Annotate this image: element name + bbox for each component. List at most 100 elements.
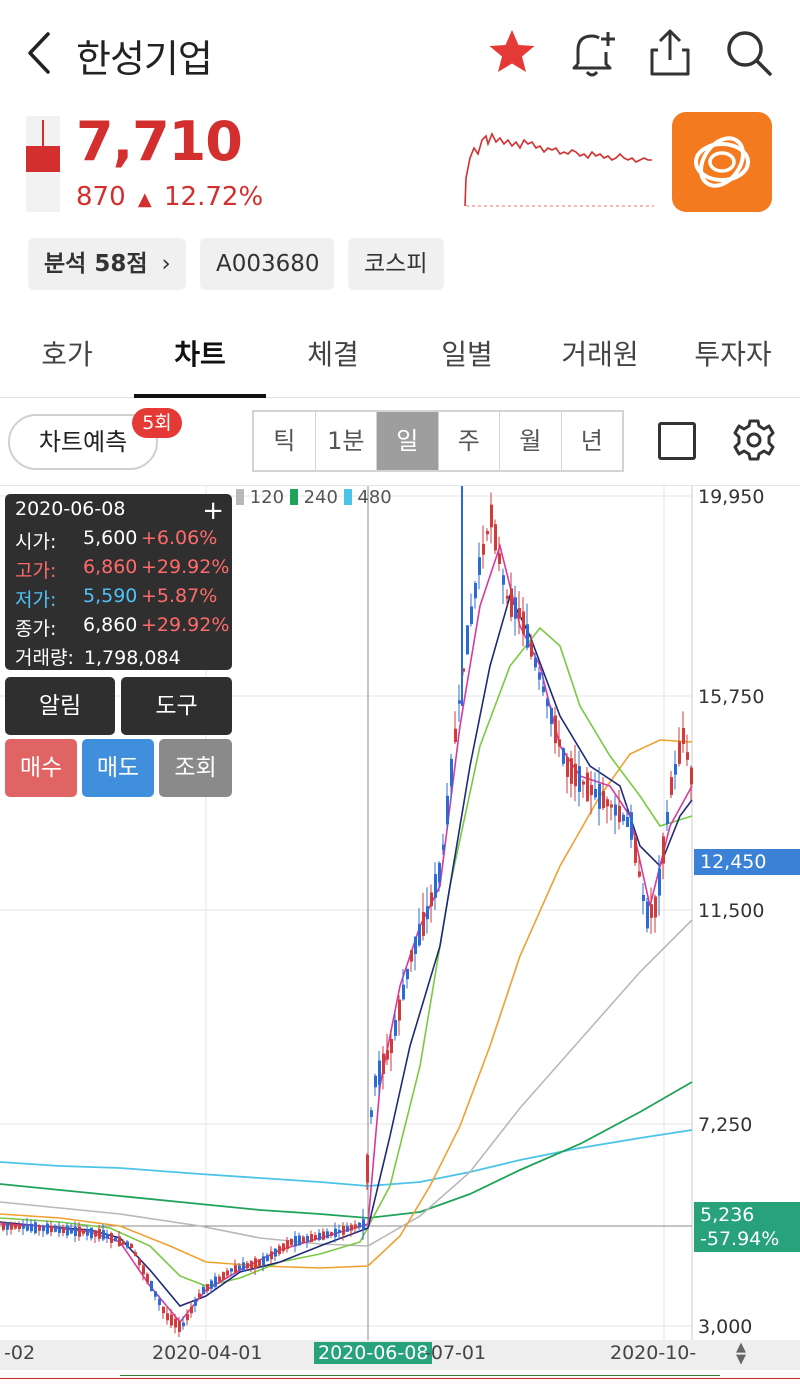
- intraday-sparkline: [464, 132, 654, 207]
- candle: [330, 1232, 333, 1236]
- candle: [294, 1236, 297, 1247]
- tab-investors[interactable]: 투자자: [666, 320, 800, 398]
- candle: [666, 812, 669, 824]
- period-week[interactable]: 주: [439, 412, 500, 470]
- candle: [594, 788, 597, 798]
- period-1min[interactable]: 1분: [316, 412, 377, 470]
- candle: [46, 1223, 49, 1234]
- candle: [266, 1255, 269, 1261]
- candle: [258, 1259, 261, 1266]
- sell-button[interactable]: 매도: [82, 739, 154, 797]
- period-tick[interactable]: 틱: [254, 412, 316, 470]
- close-label: 종가:: [15, 618, 57, 640]
- candle: [366, 1155, 369, 1183]
- candle: [310, 1234, 313, 1242]
- candle: [6, 1222, 9, 1230]
- candle: [126, 1241, 129, 1248]
- candle: [234, 1265, 237, 1273]
- current-price: 7,710: [76, 110, 243, 173]
- open-label: 시가:: [15, 531, 57, 553]
- buy-button[interactable]: 매수: [5, 739, 77, 797]
- open-pct: +6.06%: [141, 527, 218, 549]
- candle: [558, 739, 561, 747]
- analysis-score-chip[interactable]: 분석 58점 ›: [28, 238, 186, 290]
- candle: [650, 904, 653, 918]
- candle: [290, 1238, 293, 1246]
- candle: [598, 783, 601, 809]
- candle: [190, 1306, 193, 1314]
- candle: [238, 1265, 241, 1271]
- candle: [242, 1262, 245, 1272]
- candle: [110, 1233, 113, 1243]
- gear-icon[interactable]: [732, 418, 776, 462]
- candle: [58, 1226, 61, 1233]
- ma-legend: 120 240 480: [236, 487, 392, 508]
- plus-icon[interactable]: +: [202, 496, 224, 526]
- candle: [674, 763, 677, 775]
- candle: [342, 1225, 345, 1235]
- alert-button[interactable]: 알림: [5, 677, 115, 735]
- candle: [478, 557, 481, 575]
- tab-trades[interactable]: 체결: [266, 320, 400, 398]
- current-price-marker: 12,450: [694, 849, 800, 875]
- period-month[interactable]: 월: [500, 412, 562, 470]
- tab-orderbook[interactable]: 호가: [0, 320, 134, 398]
- candle: [26, 1224, 29, 1231]
- date-tick-4: -07-01: [424, 1342, 487, 1364]
- candle: [550, 707, 553, 725]
- tab-bar: 호가 차트 체결 일별 거래원 투자자: [0, 320, 800, 398]
- info-high-row: 고가: 6,860 +29.92%: [15, 556, 229, 582]
- candle: [542, 686, 545, 693]
- candle: [514, 597, 517, 619]
- scroll-arrows-icon[interactable]: ▲ ▼: [736, 1341, 746, 1366]
- share-icon[interactable]: [644, 26, 696, 80]
- bell-add-icon[interactable]: [566, 26, 618, 80]
- price-tick-19950: 19,950: [698, 486, 765, 508]
- inquiry-button[interactable]: 조회: [159, 739, 232, 797]
- candle: [662, 836, 665, 864]
- tab-daily[interactable]: 일별: [400, 320, 534, 398]
- period-day[interactable]: 일: [377, 412, 439, 470]
- period-year[interactable]: 년: [562, 412, 623, 470]
- candle: [590, 784, 593, 796]
- analysis-score-label: 분석 58점: [44, 251, 148, 277]
- candle: [270, 1251, 273, 1260]
- tab-chart[interactable]: 차트: [134, 320, 266, 398]
- candle: [522, 611, 525, 634]
- candle: [250, 1261, 253, 1269]
- star-icon[interactable]: [486, 26, 538, 80]
- legend-swatch-480: [343, 489, 352, 505]
- candle: [482, 543, 485, 555]
- fullscreen-icon[interactable]: [658, 422, 696, 460]
- back-arrow-icon[interactable]: [22, 28, 58, 78]
- candle: [146, 1273, 149, 1283]
- low-label: 저가:: [15, 589, 57, 611]
- candle: [122, 1241, 125, 1245]
- legend-480: 480: [357, 487, 392, 508]
- candle: [30, 1223, 33, 1232]
- close-value: 6,860: [83, 614, 138, 636]
- candle: [66, 1225, 69, 1236]
- candle: [518, 607, 521, 619]
- candle: [370, 1110, 373, 1117]
- tools-button[interactable]: 도구: [121, 677, 232, 735]
- candle: [338, 1229, 341, 1234]
- candle: [62, 1227, 65, 1233]
- price-change: 870 ▲ 12.72%: [76, 182, 263, 212]
- candle: [506, 595, 509, 599]
- search-icon[interactable]: [722, 26, 774, 80]
- candle: [534, 657, 537, 668]
- candle: [22, 1225, 25, 1229]
- candle: [386, 1050, 389, 1060]
- candle: [686, 752, 689, 760]
- candle: [446, 795, 449, 825]
- tab-brokers[interactable]: 거래원: [534, 320, 666, 398]
- candle: [94, 1230, 97, 1237]
- candle: [422, 912, 425, 936]
- candle: [490, 504, 493, 528]
- candle: [166, 1313, 169, 1321]
- candle: [638, 871, 641, 877]
- candle: [486, 530, 489, 535]
- candle: [418, 924, 421, 946]
- candle: [318, 1232, 321, 1240]
